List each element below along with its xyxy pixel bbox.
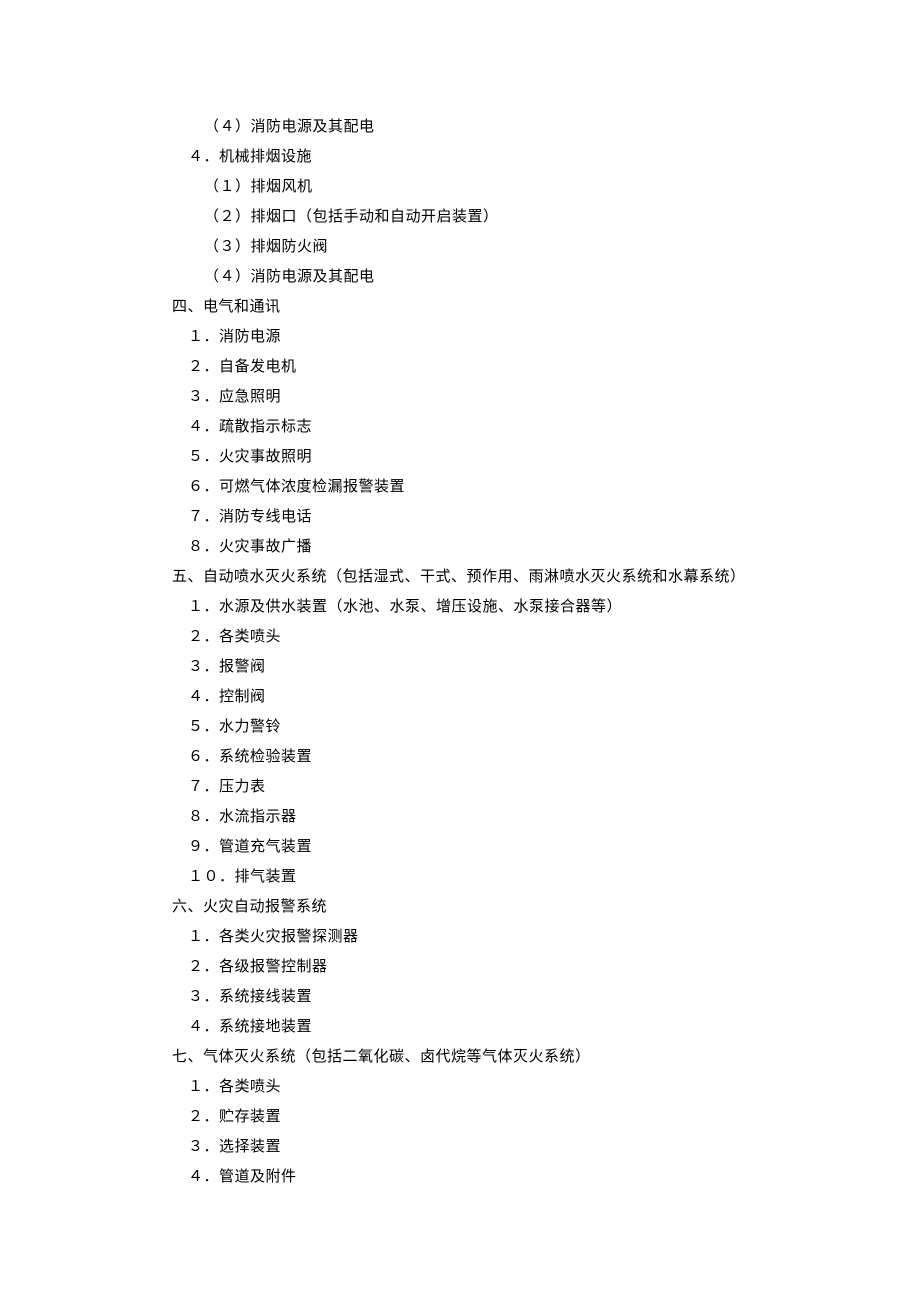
document-line: ９．管道充气装置 (172, 832, 820, 862)
document-line: ８．水流指示器 (172, 802, 820, 832)
document-line: ７．消防专线电话 (172, 502, 820, 532)
document-line: ３．系统接线装置 (172, 982, 820, 1012)
document-line: ４．疏散指示标志 (172, 412, 820, 442)
document-line: １．水源及供水装置（水池、水泵、增压设施、水泵接合器等） (172, 592, 820, 622)
document-line: ４．管道及附件 (172, 1162, 820, 1192)
document-line: 五、自动喷水灭火系统（包括湿式、干式、预作用、雨淋喷水灭火系统和水幕系统） (172, 562, 820, 592)
document-line: １．各类火灾报警探测器 (172, 922, 820, 952)
document-line: ５．火灾事故照明 (172, 442, 820, 472)
document-line: （１）排烟风机 (172, 172, 820, 202)
document-line: （２）排烟口（包括手动和自动开启装置） (172, 202, 820, 232)
document-line: ５．水力警铃 (172, 712, 820, 742)
document-line: ２．各级报警控制器 (172, 952, 820, 982)
document-line: ２．贮存装置 (172, 1102, 820, 1132)
document-line: 七、气体灭火系统（包括二氧化碳、卤代烷等气体灭火系统） (172, 1042, 820, 1072)
document-line: ３．报警阀 (172, 652, 820, 682)
document-line: 四、电气和通讯 (172, 292, 820, 322)
document-line: １．各类喷头 (172, 1072, 820, 1102)
document-line: ４．系统接地装置 (172, 1012, 820, 1042)
document-line: ４．控制阀 (172, 682, 820, 712)
document-line: （３）排烟防火阀 (172, 232, 820, 262)
document-line: ３．应急照明 (172, 382, 820, 412)
document-line: ７．压力表 (172, 772, 820, 802)
document-line: ２．自备发电机 (172, 352, 820, 382)
document-line: ２．各类喷头 (172, 622, 820, 652)
document-line: １．消防电源 (172, 322, 820, 352)
document-line: （４）消防电源及其配电 (172, 262, 820, 292)
document-line: ６．系统检验装置 (172, 742, 820, 772)
document-line: ６．可燃气体浓度检漏报警装置 (172, 472, 820, 502)
document-line: 六、火灾自动报警系统 (172, 892, 820, 922)
document-line: ３．选择装置 (172, 1132, 820, 1162)
document-line: １０．排气装置 (172, 862, 820, 892)
document-line: ８．火灾事故广播 (172, 532, 820, 562)
document-body: （４）消防电源及其配电４．机械排烟设施（１）排烟风机（２）排烟口（包括手动和自动… (172, 112, 820, 1192)
document-line: （４）消防电源及其配电 (172, 112, 820, 142)
document-line: ４．机械排烟设施 (172, 142, 820, 172)
